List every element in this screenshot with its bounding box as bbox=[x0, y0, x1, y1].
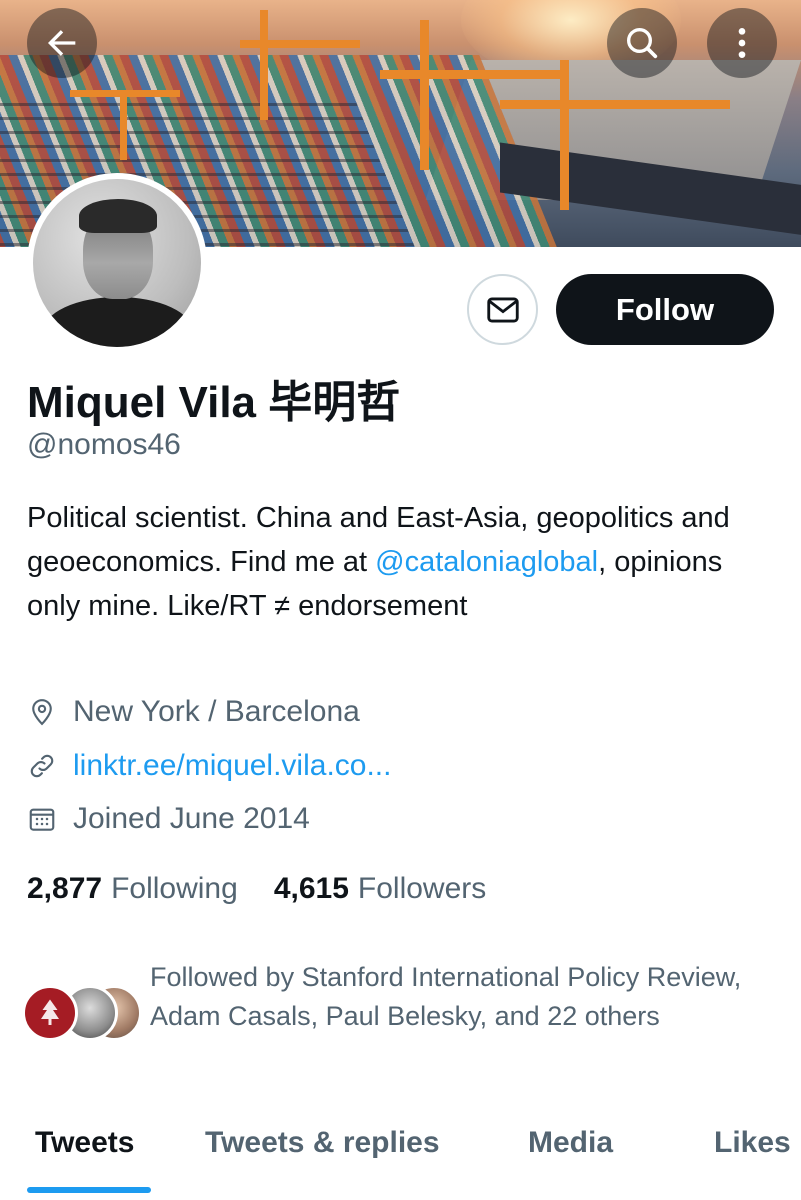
banner-crane bbox=[380, 70, 560, 79]
following-link[interactable]: 2,877 Following bbox=[27, 872, 238, 906]
arrow-left-icon bbox=[48, 30, 76, 56]
profile-name: Miquel Vila 毕明哲 bbox=[27, 378, 401, 427]
active-tab-indicator bbox=[27, 1187, 151, 1193]
banner-crane bbox=[70, 90, 180, 97]
follower-avatar-sipr bbox=[22, 985, 78, 1041]
tree-logo-icon bbox=[41, 999, 59, 1025]
followed-by-avatars[interactable] bbox=[22, 985, 142, 1041]
envelope-icon bbox=[486, 296, 519, 323]
follow-button[interactable]: Follow bbox=[556, 274, 774, 345]
joined-text: Joined June 2014 bbox=[73, 802, 310, 835]
tab-media[interactable]: Media bbox=[528, 1126, 613, 1160]
location-text: New York / Barcelona bbox=[73, 695, 360, 728]
profile-location: New York / Barcelona bbox=[27, 695, 360, 729]
bio-mention-link[interactable]: @cataloniaglobal bbox=[375, 546, 598, 578]
banner-crane bbox=[420, 20, 429, 170]
profile-avatar[interactable] bbox=[27, 173, 207, 353]
banner-crane bbox=[120, 90, 127, 160]
profile-website[interactable]: linktr.ee/miquel.vila.co... bbox=[27, 749, 391, 783]
banner-crane bbox=[500, 100, 730, 109]
search-button[interactable] bbox=[607, 8, 677, 78]
follow-counts: 2,877 Following 4,615 Followers bbox=[27, 872, 522, 906]
avatar-hair bbox=[79, 199, 157, 233]
followers-count: 4,615 bbox=[273, 872, 349, 905]
search-icon bbox=[627, 28, 658, 59]
more-vertical-icon bbox=[738, 28, 746, 58]
message-button[interactable] bbox=[467, 274, 538, 345]
website-link[interactable]: linktr.ee/miquel.vila.co... bbox=[73, 749, 391, 783]
back-button[interactable] bbox=[27, 8, 97, 78]
location-pin-icon bbox=[32, 699, 52, 726]
followed-by-text[interactable]: Followed by Stanford International Polic… bbox=[150, 958, 750, 1036]
following-label: Following bbox=[111, 872, 238, 905]
banner-crane bbox=[560, 60, 569, 210]
banner-crane bbox=[240, 40, 360, 48]
followers-label: Followers bbox=[357, 872, 487, 905]
profile-bio: Political scientist. China and East-Asia… bbox=[27, 496, 777, 628]
avatar-shirt bbox=[43, 297, 193, 347]
avatar-photo bbox=[33, 179, 201, 347]
following-count: 2,877 bbox=[27, 872, 103, 905]
calendar-icon bbox=[29, 808, 55, 831]
profile-handle: @nomos46 bbox=[27, 428, 181, 461]
link-icon bbox=[30, 754, 54, 778]
banner-crane bbox=[260, 10, 268, 120]
tab-tweets[interactable]: Tweets bbox=[35, 1126, 134, 1160]
profile-joined: Joined June 2014 bbox=[27, 802, 310, 836]
tab-likes[interactable]: Likes bbox=[714, 1126, 791, 1160]
more-options-button[interactable] bbox=[707, 8, 777, 78]
tab-tweets-and-replies[interactable]: Tweets & replies bbox=[205, 1126, 440, 1160]
profile-tabs: Tweets Tweets & replies Media Likes bbox=[0, 1100, 801, 1200]
followers-link[interactable]: 4,615 Followers bbox=[274, 872, 486, 906]
